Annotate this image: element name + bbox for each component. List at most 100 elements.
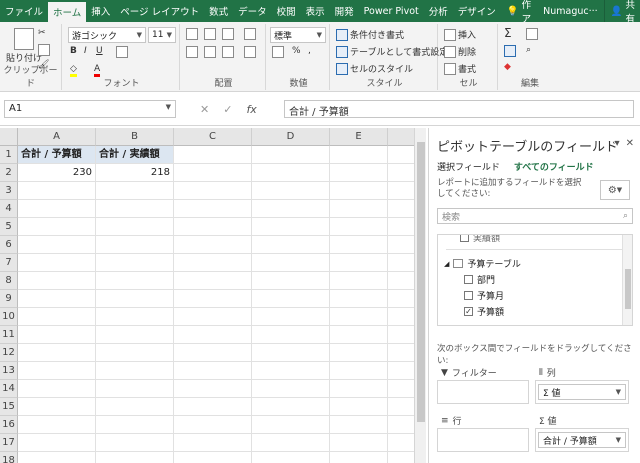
formula-input[interactable]: 合計 / 予算額 <box>284 100 634 118</box>
number-format-combo[interactable]: 標準 ▼ <box>270 27 326 43</box>
cell-b13[interactable] <box>96 362 174 380</box>
row-header[interactable]: 7 <box>0 254 18 272</box>
row-header[interactable]: 16 <box>0 416 18 434</box>
cell-f6[interactable] <box>388 236 414 254</box>
column-header[interactable]: F <box>388 128 414 146</box>
cell-d12[interactable] <box>252 344 330 362</box>
cell-f15[interactable] <box>388 398 414 416</box>
cell-e5[interactable] <box>330 218 388 236</box>
bold-button[interactable]: B <box>70 46 77 56</box>
cell-d11[interactable] <box>252 326 330 344</box>
select-all-corner[interactable] <box>0 128 18 146</box>
cell-a5[interactable] <box>18 218 96 236</box>
find-select-button[interactable]: ⌕ <box>526 45 531 55</box>
chevron-down-icon[interactable]: ▼ <box>616 388 621 396</box>
cell-d14[interactable] <box>252 380 330 398</box>
cell-e6[interactable] <box>330 236 388 254</box>
cell-d16[interactable] <box>252 416 330 434</box>
cell-c7[interactable] <box>174 254 252 272</box>
tab-design[interactable]: デザイン <box>453 0 501 22</box>
tab-selected-fields[interactable]: 選択フィールド <box>437 160 500 173</box>
cell-c16[interactable] <box>174 416 252 434</box>
border-button[interactable] <box>116 46 128 58</box>
cell-b7[interactable] <box>96 254 174 272</box>
cell-e11[interactable] <box>330 326 388 344</box>
cell-b1[interactable]: 合計 / 実績額 <box>96 146 174 164</box>
cell-c1[interactable] <box>174 146 252 164</box>
cell-e1[interactable] <box>330 146 388 164</box>
cell-d13[interactable] <box>252 362 330 380</box>
tab-data[interactable]: データ <box>233 0 272 22</box>
cell-c13[interactable] <box>174 362 252 380</box>
cell-a16[interactable] <box>18 416 96 434</box>
tab-home[interactable]: ホーム <box>48 0 87 22</box>
cell-b2[interactable]: 218 <box>96 164 174 182</box>
cell-f18[interactable] <box>388 452 414 463</box>
checkbox[interactable] <box>464 291 473 300</box>
cell-d4[interactable] <box>252 200 330 218</box>
cell-b16[interactable] <box>96 416 174 434</box>
cell-a8[interactable] <box>18 272 96 290</box>
delete-cells-button[interactable]: 削除 <box>444 45 476 58</box>
cell-a11[interactable] <box>18 326 96 344</box>
align-left-button[interactable] <box>186 46 198 58</box>
cell-f7[interactable] <box>388 254 414 272</box>
cell-b18[interactable] <box>96 452 174 463</box>
worksheet-grid[interactable]: ABCDEF 123456789101112131415161718 合計 / … <box>0 128 414 463</box>
cell-c17[interactable] <box>174 434 252 452</box>
insert-cells-button[interactable]: 挿入 <box>444 28 476 41</box>
align-top-button[interactable] <box>186 28 198 40</box>
column-header[interactable]: B <box>96 128 174 146</box>
tools-button[interactable]: ⚙ ▼ <box>600 180 630 200</box>
cell-a12[interactable] <box>18 344 96 362</box>
chevron-down-icon[interactable]: ▼ <box>616 436 621 444</box>
column-header[interactable]: A <box>18 128 96 146</box>
cell-d7[interactable] <box>252 254 330 272</box>
pane-menu-icon[interactable]: ▾ <box>615 138 620 149</box>
cell-f3[interactable] <box>388 182 414 200</box>
column-header[interactable]: C <box>174 128 252 146</box>
cancel-icon[interactable]: ✕ <box>200 103 209 116</box>
align-right-button[interactable] <box>222 46 234 58</box>
cell-b17[interactable] <box>96 434 174 452</box>
row-header[interactable]: 5 <box>0 218 18 236</box>
cell-d2[interactable] <box>252 164 330 182</box>
cell-a2[interactable]: 230 <box>18 164 96 182</box>
cell-b3[interactable] <box>96 182 174 200</box>
field-item[interactable]: 予算月 <box>464 289 504 302</box>
cell-c2[interactable] <box>174 164 252 182</box>
row-header[interactable]: 6 <box>0 236 18 254</box>
cell-c6[interactable] <box>174 236 252 254</box>
cell-f16[interactable] <box>388 416 414 434</box>
autosum-button[interactable]: Σ <box>504 26 512 40</box>
table-node[interactable]: ◢ 予算テーブル <box>444 257 521 270</box>
tab-formulas[interactable]: 数式 <box>204 0 233 22</box>
cell-c3[interactable] <box>174 182 252 200</box>
tab-analyze[interactable]: 分析 <box>424 0 453 22</box>
cell-e8[interactable] <box>330 272 388 290</box>
cell-c11[interactable] <box>174 326 252 344</box>
sort-filter-button[interactable] <box>526 28 538 40</box>
cell-d18[interactable] <box>252 452 330 463</box>
column-header[interactable]: E <box>330 128 388 146</box>
font-name-combo[interactable]: 游ゴシック ▼ <box>68 27 146 43</box>
checkbox[interactable] <box>460 235 469 242</box>
cell-b4[interactable] <box>96 200 174 218</box>
cell-b8[interactable] <box>96 272 174 290</box>
cell-c12[interactable] <box>174 344 252 362</box>
tab-view[interactable]: 表示 <box>301 0 330 22</box>
column-header[interactable]: D <box>252 128 330 146</box>
cell-f2[interactable] <box>388 164 414 182</box>
currency-button[interactable] <box>272 46 284 58</box>
conditional-format-button[interactable]: 条件付き書式 <box>336 28 404 41</box>
checkbox[interactable] <box>464 275 473 284</box>
tab-page-layout[interactable]: ページ レイアウト <box>115 0 204 22</box>
cell-a14[interactable] <box>18 380 96 398</box>
fill-button[interactable] <box>504 45 516 57</box>
cell-d6[interactable] <box>252 236 330 254</box>
row-header[interactable]: 4 <box>0 200 18 218</box>
row-header[interactable]: 1 <box>0 146 18 164</box>
cell-b15[interactable] <box>96 398 174 416</box>
cell-e4[interactable] <box>330 200 388 218</box>
cell-a13[interactable] <box>18 362 96 380</box>
